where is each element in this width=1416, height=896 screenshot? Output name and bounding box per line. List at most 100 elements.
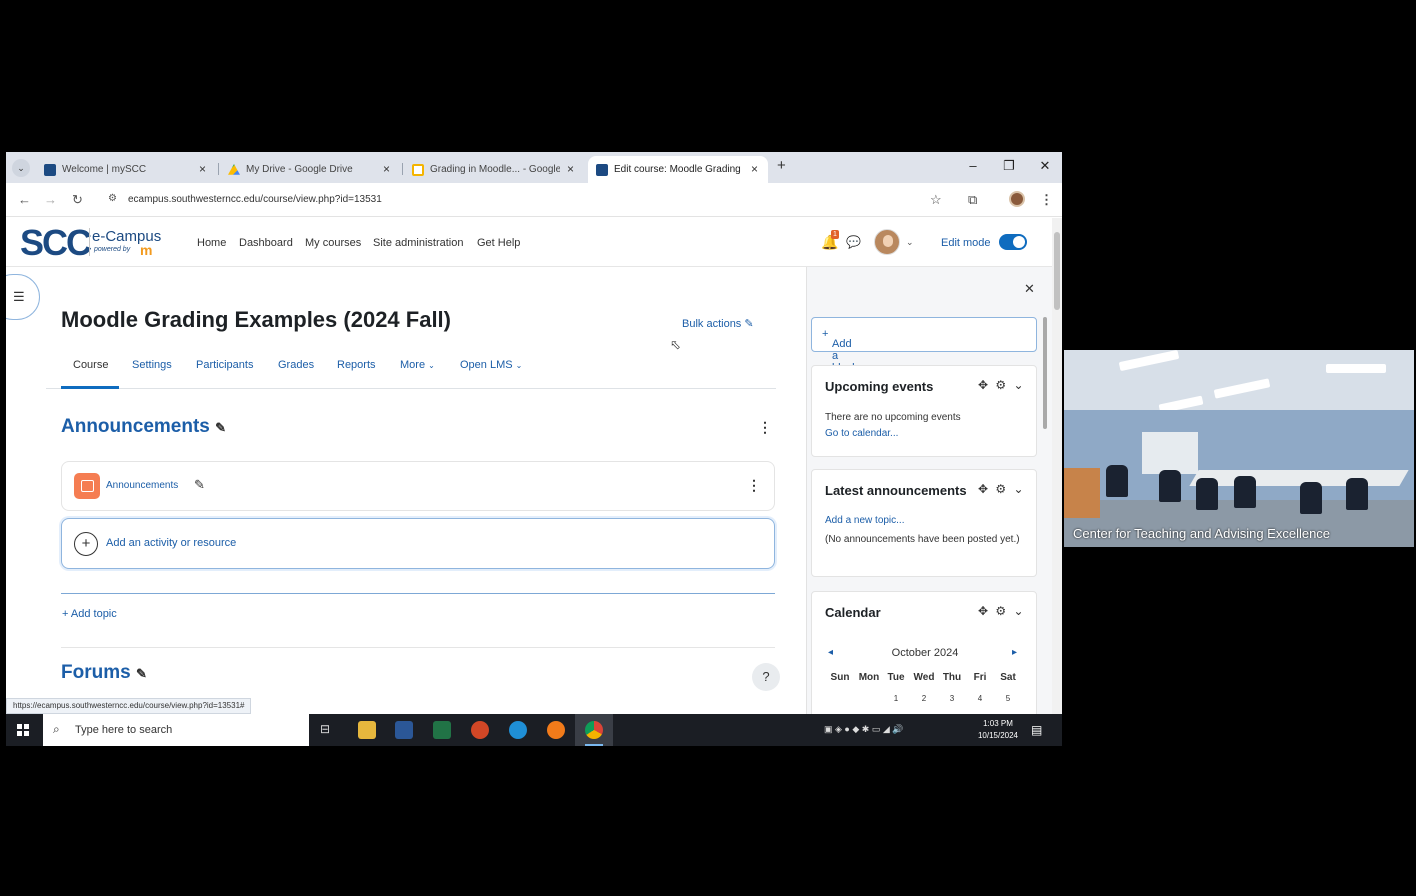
course-index-toggle[interactable]: ☰ (6, 274, 40, 320)
search-icon: ⌕ (53, 722, 60, 736)
tab-search-icon[interactable]: ⌄ (12, 159, 30, 177)
plus-icon: + (74, 532, 98, 556)
new-tab-button[interactable]: + (777, 157, 786, 174)
taskbar-search-input[interactable]: ⌕ Type here to search (43, 714, 309, 746)
pencil-icon[interactable]: ✎ (136, 666, 147, 681)
chevron-down-icon: ⌄ (515, 361, 523, 370)
address-bar[interactable]: ⚙ ecampus.southwesterncc.edu/course/view… (100, 188, 960, 212)
tab-participants[interactable]: Participants (196, 359, 253, 371)
forward-icon[interactable]: → (44, 192, 57, 207)
shared-screen: ⌄ Welcome | mySCC × My Drive - Google Dr… (6, 152, 1062, 746)
nav-get-help[interactable]: Get Help (477, 237, 520, 249)
tab-course[interactable]: Course (73, 359, 108, 371)
pencil-icon[interactable]: ✎ (215, 420, 226, 435)
messages-chat-icon[interactable]: 💬 (846, 235, 861, 249)
moodle-navbar: SCC e-Campus powered by m Home Dashboard… (6, 218, 1052, 267)
windows-start-icon[interactable] (17, 724, 29, 736)
page-scrollbar[interactable] (1052, 218, 1062, 714)
nav-home[interactable]: Home (197, 237, 226, 249)
firefox-icon[interactable] (547, 721, 565, 739)
windows-taskbar: ⌕ Type here to search ⊟ ▣ ◈ ● ◆ ✱ ▭ ◢ 🔊 … (6, 714, 1062, 746)
tab-google-drive[interactable]: My Drive - Google Drive × (220, 156, 400, 183)
section-menu-icon[interactable]: ⋮ (758, 419, 772, 436)
chevron-down-icon: ⌄ (428, 361, 435, 370)
drawer-scrollbar[interactable] (1043, 317, 1047, 429)
nav-dashboard[interactable]: Dashboard (239, 237, 293, 249)
section-title-announcements[interactable]: Announcements ✎ (61, 416, 226, 438)
go-to-calendar-link[interactable]: Go to calendar... (825, 428, 898, 439)
chevron-down-icon[interactable]: ⌄ (906, 237, 914, 248)
bulk-actions-button[interactable]: Bulk actions ✎ (682, 317, 754, 330)
google-drive-favicon-icon (228, 164, 240, 175)
status-bar-url: https://ecampus.southwesterncc.edu/cours… (6, 698, 252, 714)
profile-avatar-icon[interactable] (1009, 191, 1025, 207)
pencil-icon[interactable]: ✎ (194, 477, 205, 493)
site-settings-icon[interactable]: ⚙ (108, 193, 117, 204)
bookmark-star-icon[interactable]: ☆ (930, 192, 942, 208)
task-view-icon[interactable]: ⊟ (320, 722, 330, 736)
close-tab-icon[interactable]: × (751, 156, 758, 183)
powerpoint-icon[interactable] (471, 721, 489, 739)
tab-more[interactable]: More ⌄ (400, 359, 435, 371)
tab-reports[interactable]: Reports (337, 359, 376, 371)
moodle-favicon-icon (596, 164, 608, 176)
tab-google-slides[interactable]: Grading in Moodle... - Google Slides × (404, 156, 584, 183)
block-controls-icon[interactable]: ✥ ⚙ ⌄ (978, 604, 1026, 618)
tab-welcome-myscc[interactable]: Welcome | mySCC × (36, 156, 216, 183)
scc-favicon-icon (44, 164, 56, 176)
calendar-month: October 2024 (891, 647, 959, 659)
edit-mode-label: Edit mode (941, 237, 991, 249)
list-icon: ☰ (13, 289, 25, 304)
edge-icon[interactable] (509, 721, 527, 739)
participant-name: Center for Teaching and Advising Excelle… (1073, 526, 1331, 541)
mouse-cursor-icon: ⬁ (670, 337, 681, 352)
calendar-day[interactable]: 2 (910, 694, 938, 703)
browser-menu-icon[interactable]: ⋮ (1040, 192, 1053, 208)
calendar-day[interactable]: 1 (882, 694, 910, 703)
activity-menu-icon[interactable]: ⋮ (747, 477, 761, 494)
add-new-topic-link[interactable]: Add a new topic... (825, 515, 905, 526)
calendar-day[interactable]: 5 (994, 694, 1022, 703)
next-month-icon[interactable]: ▸ (1012, 647, 1017, 658)
activity-announcements[interactable]: Announcements ✎ ⋮ (61, 461, 775, 511)
help-button[interactable]: ? (752, 663, 780, 691)
add-block-button[interactable]: + Add a block (811, 317, 1037, 374)
block-latest-announcements: Latest announcements ✥ ⚙ ⌄ Add a new top… (811, 469, 1037, 577)
file-explorer-icon[interactable] (358, 721, 376, 739)
restore-button[interactable]: ❐ (994, 158, 1024, 174)
back-icon[interactable]: ← (18, 192, 31, 207)
add-activity-button[interactable]: + Add an activity or resource (61, 518, 775, 569)
block-controls-icon[interactable]: ✥ ⚙ ⌄ (978, 482, 1026, 496)
calendar-day[interactable]: 4 (966, 694, 994, 703)
page-title: Moodle Grading Examples (2024 Fall) (61, 307, 451, 332)
calendar-day[interactable]: 3 (938, 694, 966, 703)
tab-open-lms[interactable]: Open LMS ⌄ (460, 359, 522, 371)
excel-icon[interactable] (433, 721, 451, 739)
nav-my-courses[interactable]: My courses (305, 237, 361, 249)
close-tab-icon[interactable]: × (383, 156, 390, 183)
tab-grades[interactable]: Grades (278, 359, 314, 371)
nav-site-administration[interactable]: Site administration (373, 237, 464, 249)
taskbar-clock[interactable]: 1:03 PM 10/15/2024 (974, 718, 1022, 742)
tab-settings[interactable]: Settings (132, 359, 172, 371)
notification-center-icon[interactable]: ▤ (1031, 723, 1042, 737)
close-window-button[interactable]: ✕ (1030, 158, 1060, 174)
close-drawer-icon[interactable]: ✕ (1024, 281, 1035, 297)
open-lms-logo-icon: m (140, 242, 153, 258)
plus-icon: + (62, 608, 69, 620)
close-tab-icon[interactable]: × (567, 156, 574, 183)
close-tab-icon[interactable]: × (199, 156, 206, 183)
add-topic-button[interactable]: + Add topic (62, 608, 117, 620)
minimize-button[interactable]: – (958, 158, 988, 173)
edit-mode-toggle[interactable] (999, 234, 1027, 250)
extensions-icon[interactable]: ⧉ (968, 192, 977, 208)
section-title-forums[interactable]: Forums ✎ (61, 662, 147, 684)
reload-icon[interactable]: ↻ (72, 192, 83, 208)
word-icon[interactable] (395, 721, 413, 739)
block-controls-icon[interactable]: ✥ ⚙ ⌄ (978, 378, 1026, 392)
user-avatar[interactable] (874, 229, 900, 255)
tab-edit-course[interactable]: Edit course: Moodle Grading Examples × (588, 156, 768, 183)
chrome-taskbar-button[interactable] (575, 714, 613, 746)
system-tray-icons[interactable]: ▣ ◈ ● ◆ ✱ ▭ ◢ 🔊 (824, 724, 903, 735)
block-drawer: ✕ + Add a block Upcoming events ✥ ⚙ ⌄ Th… (806, 267, 1052, 721)
